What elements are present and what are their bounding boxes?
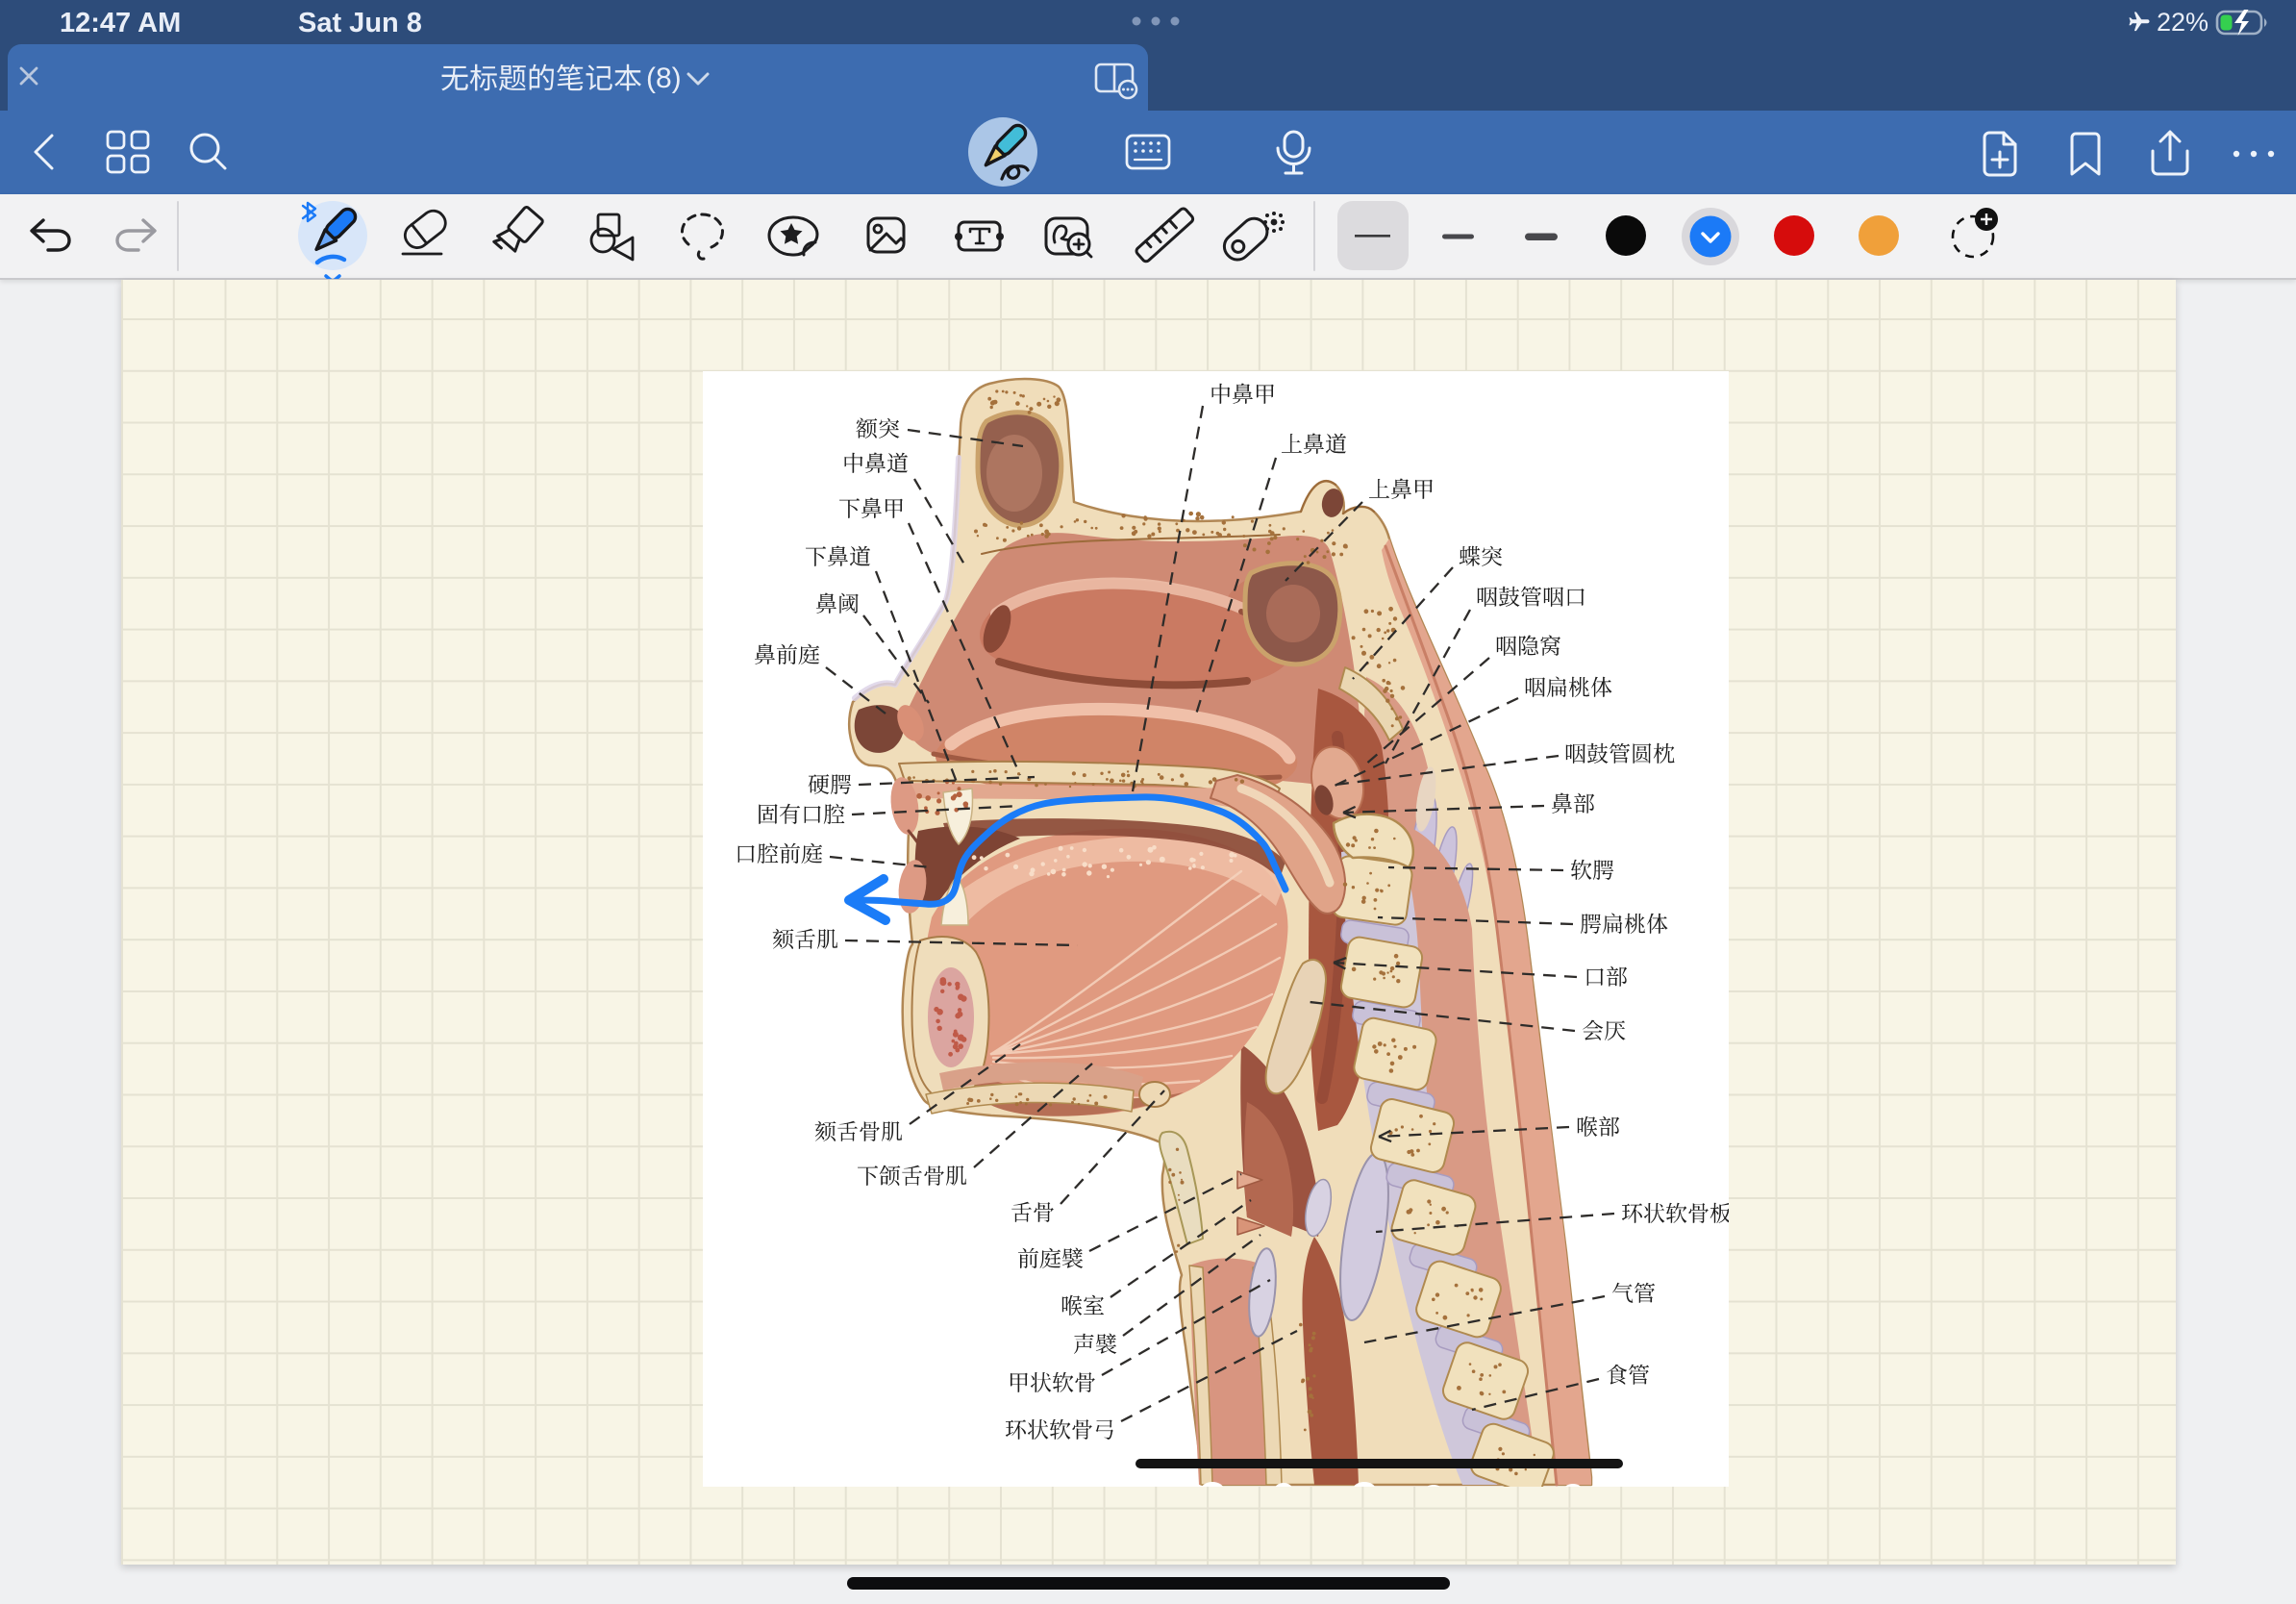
- svg-text:Sat Jun 8: Sat Jun 8: [298, 8, 422, 38]
- svg-text:22%: 22%: [2157, 8, 2209, 37]
- svg-text:(8): (8): [646, 63, 682, 94]
- svg-text:12:47 AM: 12:47 AM: [60, 8, 181, 38]
